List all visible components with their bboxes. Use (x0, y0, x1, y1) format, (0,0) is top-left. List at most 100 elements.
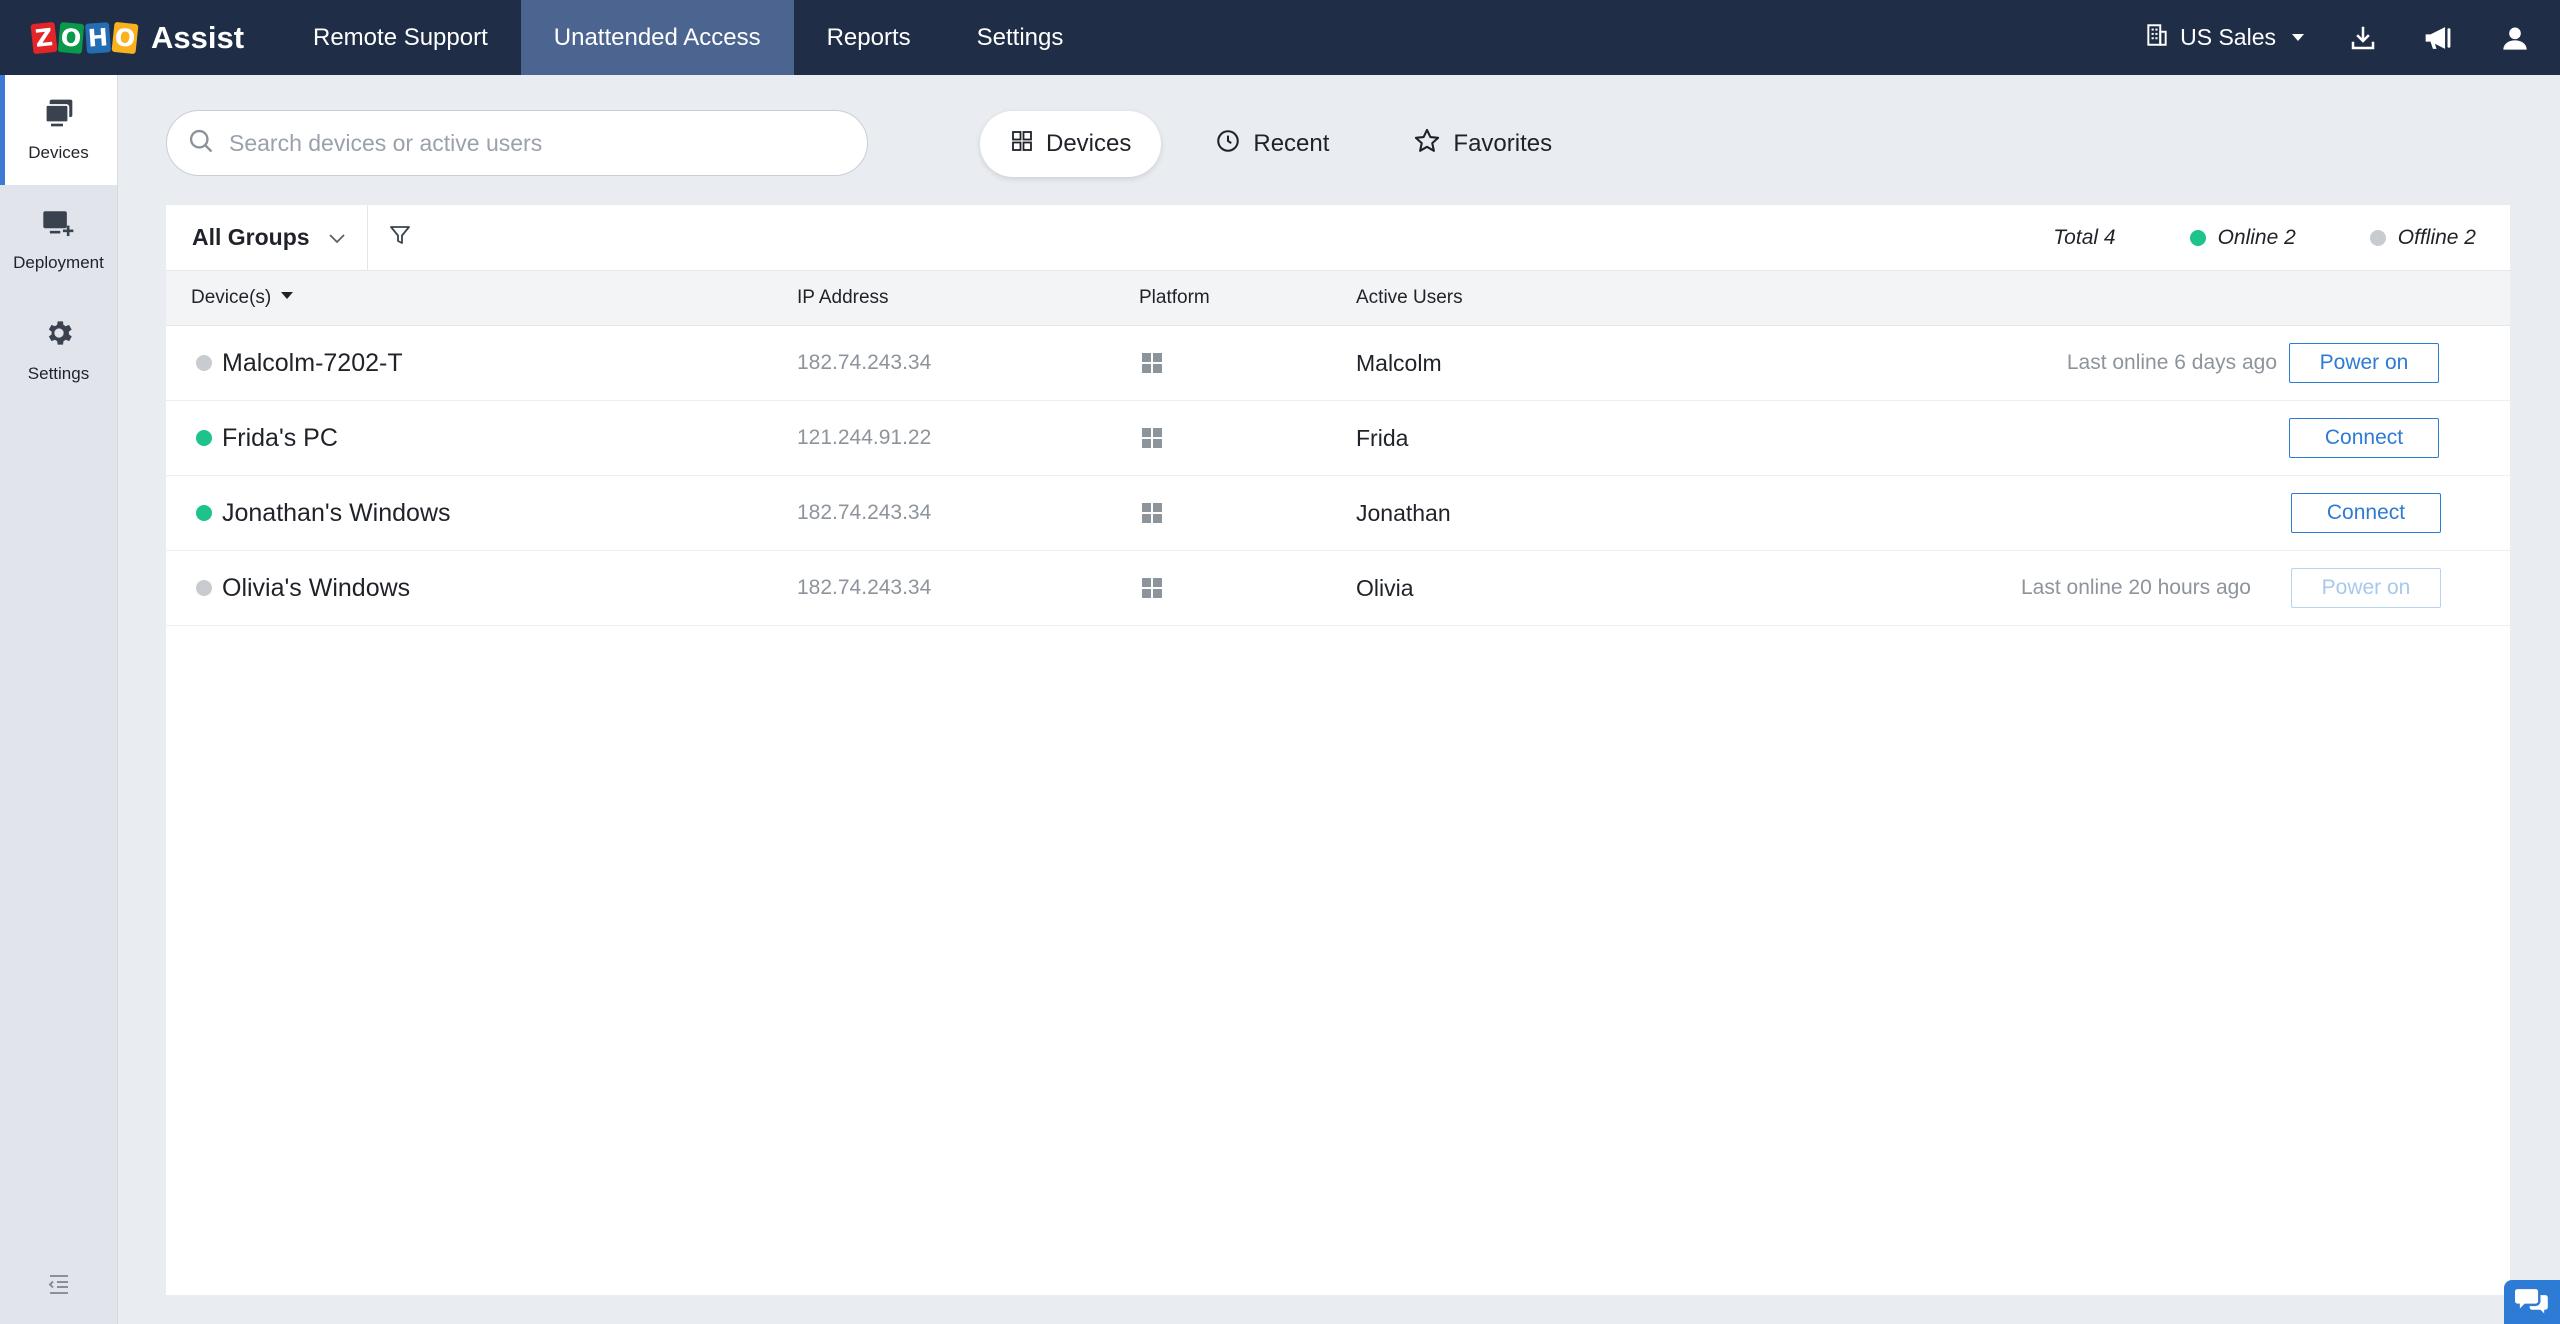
sidebar-item-deployment[interactable]: Deployment (0, 185, 117, 295)
tab-recent[interactable]: Recent (1185, 111, 1359, 177)
org-selector[interactable]: US Sales (2144, 22, 2304, 54)
status-dot-online (196, 430, 212, 446)
power-on-button[interactable]: Power on (2291, 568, 2441, 608)
filter-button[interactable] (368, 223, 432, 252)
nav-reports[interactable]: Reports (794, 0, 944, 75)
brand[interactable]: Z O H O Assist (0, 0, 280, 75)
search-box (166, 110, 868, 176)
device-cell: Malcolm-7202-T (196, 349, 403, 378)
active-user: Malcolm (1356, 349, 1442, 376)
ip-address: 182.74.243.34 (797, 576, 932, 599)
group-selector[interactable]: All Groups (166, 205, 368, 270)
star-icon (1413, 127, 1441, 162)
device-name[interactable]: Malcolm-7202-T (222, 349, 403, 378)
online-dot (2189, 229, 2206, 246)
sidebar-item-label: Deployment (13, 252, 104, 272)
sidebar-item-devices[interactable]: Devices (0, 75, 117, 185)
devices-icon (43, 98, 75, 133)
logo-letter-h: H (84, 21, 112, 54)
gear-icon (43, 317, 75, 354)
header-ip: IP Address (797, 287, 889, 308)
filter-bar: All Groups Total 4 Online 2 Offline 2 (166, 205, 2510, 271)
top-bar: Z O H O Assist Remote Support Unattended… (0, 0, 2560, 75)
search-icon (187, 127, 215, 160)
grid-icon (1010, 129, 1034, 160)
ip-address: 182.74.243.34 (797, 501, 932, 524)
main-nav: Remote Support Unattended Access Reports… (280, 0, 1096, 75)
table-header: Device(s) IP Address Platform Active Use… (166, 271, 2510, 326)
devices-panel: All Groups Total 4 Online 2 Offline 2 De… (166, 205, 2510, 1295)
offline-label: Offline 2 (2397, 225, 2476, 249)
offline-count[interactable]: Offline 2 (2369, 225, 2476, 250)
user-icon[interactable] (2498, 21, 2532, 55)
building-icon (2144, 22, 2170, 54)
deployment-icon (42, 208, 76, 243)
total-label: Total 4 (2053, 225, 2116, 249)
sidebar-item-label: Devices (28, 142, 89, 162)
logo-letter-o2: O (111, 21, 139, 54)
windows-icon (1141, 427, 1163, 454)
download-icon[interactable] (2346, 21, 2380, 55)
announcement-icon[interactable] (2422, 21, 2456, 55)
nav-settings[interactable]: Settings (944, 0, 1097, 75)
device-cell: Jonathan's Windows (196, 499, 451, 528)
top-right-controls: US Sales (2144, 0, 2560, 75)
active-user: Frida (1356, 424, 1409, 451)
header-device-label: Device(s) (191, 287, 272, 308)
org-name: US Sales (2180, 24, 2276, 50)
active-user: Jonathan (1356, 499, 1451, 526)
ip-address: 121.244.91.22 (797, 426, 932, 449)
device-name[interactable]: Frida's PC (222, 424, 338, 453)
windows-icon (1141, 352, 1163, 379)
active-user: Olivia (1356, 574, 1414, 601)
online-label: Online 2 (2217, 225, 2296, 249)
windows-icon (1141, 502, 1163, 529)
last-online-text: Last online 20 hours ago (2020, 576, 2251, 599)
online-count[interactable]: Online 2 (2189, 225, 2296, 250)
filter-icon (388, 223, 412, 252)
status-dot-offline (196, 355, 212, 371)
connect-button[interactable]: Connect (2289, 418, 2439, 458)
clock-icon (1215, 128, 1241, 161)
total-count: Total 4 (2053, 226, 2115, 250)
header-platform: Platform (1139, 287, 1210, 308)
logo-letter-o1: O (57, 21, 85, 54)
device-cell: Frida's PC (196, 424, 338, 453)
sidebar-item-label: Settings (27, 363, 90, 383)
device-name[interactable]: Jonathan's Windows (222, 499, 451, 528)
tab-favorites[interactable]: Favorites (1383, 111, 1582, 177)
table-row[interactable]: Frida's PC 121.244.91.22 Frida Connect (166, 401, 2510, 476)
ip-address: 182.74.243.34 (797, 351, 932, 374)
connect-button[interactable]: Connect (2291, 493, 2441, 533)
table-row[interactable]: Olivia's Windows 182.74.243.34 Olivia La… (166, 551, 2510, 626)
sort-down-icon (281, 292, 294, 300)
header-device[interactable]: Device(s) (191, 287, 294, 309)
table-row[interactable]: Malcolm-7202-T 182.74.243.34 Malcolm Las… (166, 326, 2510, 401)
product-name: Assist (151, 19, 245, 55)
logo-letter-z: Z (30, 21, 58, 54)
chat-icon (2515, 1285, 2549, 1320)
tab-label: Recent (1253, 130, 1330, 157)
nav-unattended-access[interactable]: Unattended Access (520, 0, 794, 75)
windows-icon (1141, 577, 1163, 604)
tab-label: Devices (1046, 130, 1132, 157)
chat-button[interactable] (2504, 1280, 2560, 1324)
chevron-down-icon (2292, 34, 2304, 41)
tab-label: Favorites (1453, 130, 1553, 157)
tab-devices[interactable]: Devices (980, 111, 1162, 177)
device-name[interactable]: Olivia's Windows (222, 574, 410, 603)
left-sidebar: Devices Deployment Settings (0, 75, 118, 1324)
nav-remote-support[interactable]: Remote Support (280, 0, 521, 75)
status-dot-offline (196, 580, 212, 596)
power-on-button[interactable]: Power on (2289, 343, 2439, 383)
collapse-sidebar-button[interactable] (0, 1273, 118, 1300)
search-input[interactable] (229, 129, 829, 157)
last-online-text: Last online 6 days ago (2066, 351, 2277, 374)
header-users: Active Users (1356, 287, 1463, 308)
chevron-down-icon (328, 224, 346, 251)
sidebar-item-settings[interactable]: Settings (0, 295, 117, 405)
group-name: All Groups (192, 224, 310, 250)
offline-dot (2369, 229, 2386, 246)
table-row[interactable]: Jonathan's Windows 182.74.243.34 Jonatha… (166, 476, 2510, 551)
device-stats: Total 4 Online 2 Offline 2 (2053, 226, 2510, 250)
